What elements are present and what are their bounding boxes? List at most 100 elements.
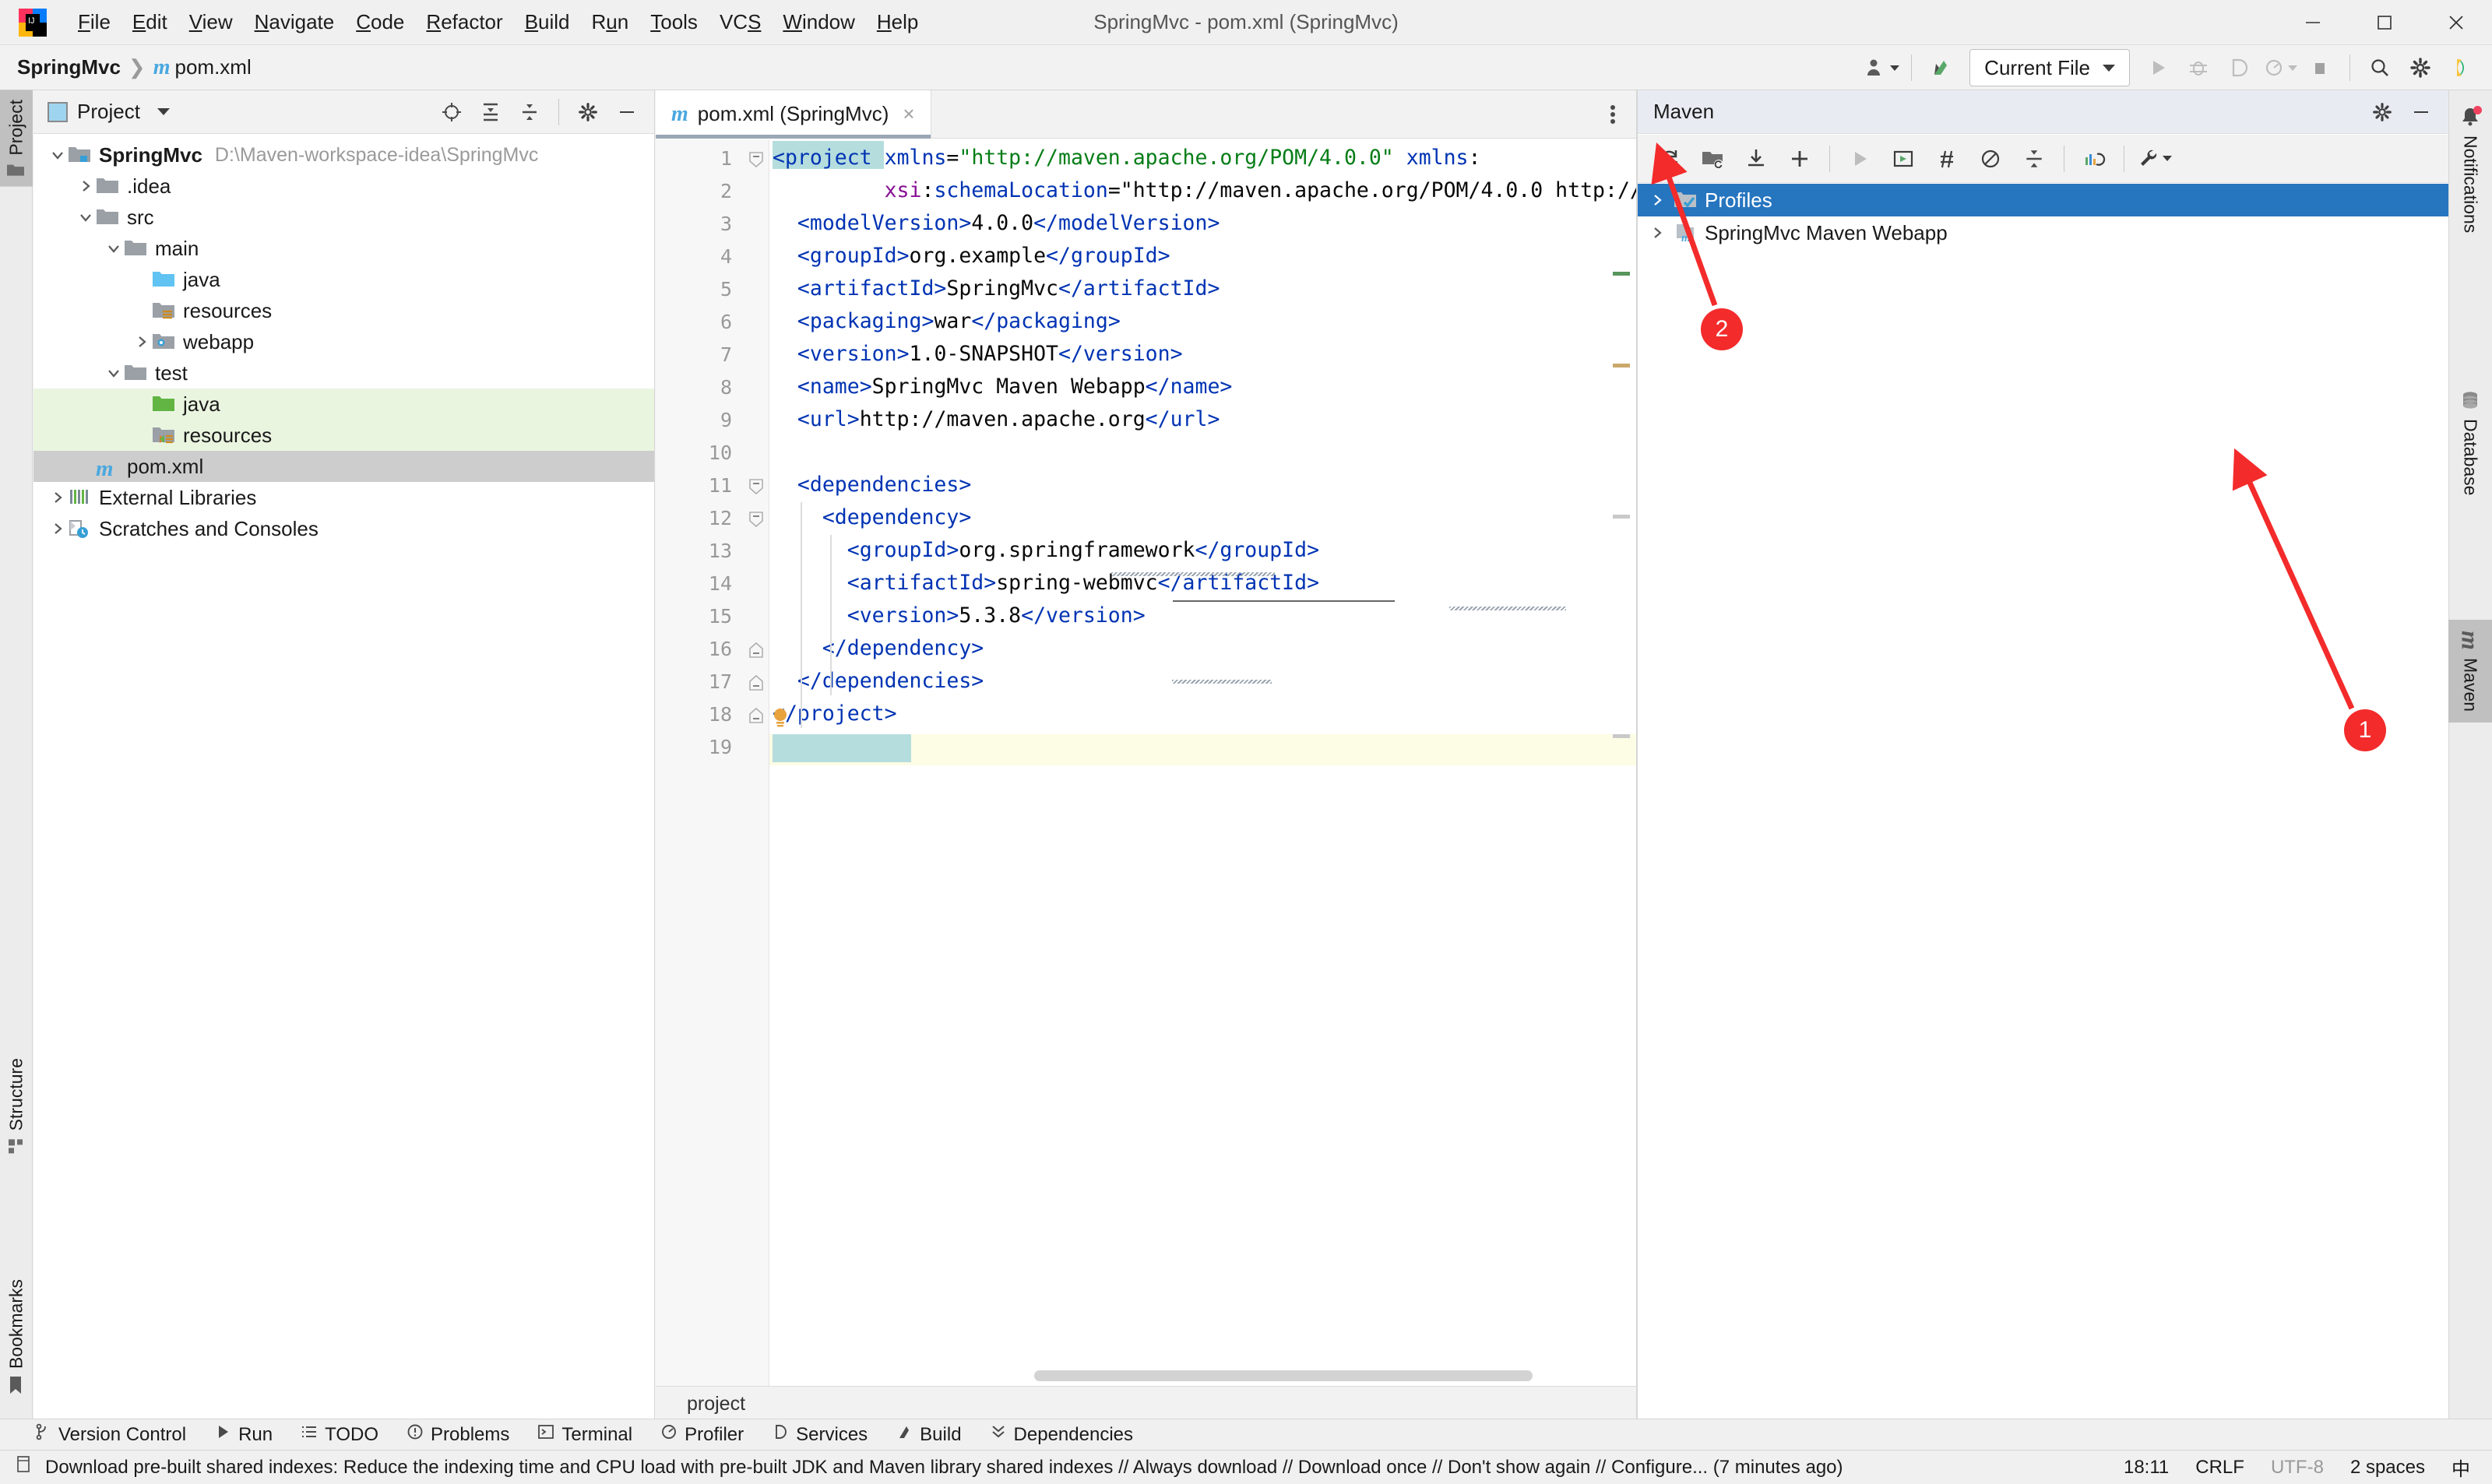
sidebar-item-database[interactable]: Database	[2448, 378, 2492, 506]
run-coverage-icon[interactable]	[2219, 47, 2259, 88]
code-line[interactable]: <dependency>	[773, 505, 971, 529]
menu-run[interactable]: Run	[581, 5, 640, 39]
editor-tab-pom-xml[interactable]: m pom.xml (SpringMvc) ×	[656, 90, 931, 139]
breadcrumb-item-project[interactable]: SpringMvc	[17, 55, 121, 79]
code-editor[interactable]: 1 2 3 4 5 6 7 8 9 10 11 12 13 14 15 16 17 18 19 <project x…	[656, 139, 1636, 1386]
tree-expand-arrow[interactable]	[132, 332, 152, 352]
bottom-tab-terminal[interactable]: Terminal	[525, 1420, 645, 1449]
window-controls[interactable]	[2277, 0, 2492, 45]
search-everywhere-icon[interactable]	[2360, 47, 2400, 88]
bottom-tab-run[interactable]: Run	[202, 1420, 285, 1449]
locate-icon[interactable]	[432, 93, 471, 132]
stop-icon[interactable]	[2300, 47, 2340, 88]
menu-navigate[interactable]: Navigate	[244, 5, 346, 39]
editor-options-kebab-icon[interactable]	[1589, 90, 1636, 138]
run-icon[interactable]	[1838, 137, 1881, 181]
code-line[interactable]: <packaging>war</packaging>	[773, 309, 1121, 333]
code-line[interactable]: <dependencies>	[773, 473, 971, 497]
status-ime[interactable]: 中	[2452, 1454, 2470, 1481]
run-configuration-selector[interactable]: Current File	[1969, 49, 2130, 86]
stripe-marker-warning-1[interactable]	[1613, 364, 1630, 367]
account-icon[interactable]	[1861, 47, 1902, 88]
bottom-tab-services[interactable]: Services	[759, 1420, 880, 1449]
tree-expand-arrow[interactable]	[48, 487, 68, 508]
breadcrumb-item-file[interactable]: pom.xml	[175, 55, 252, 79]
menu-edit[interactable]: Edit	[121, 5, 178, 39]
maven-settings-icon[interactable]	[2132, 137, 2176, 181]
bottom-tab-build[interactable]: Build	[883, 1420, 973, 1449]
add-plugin-icon[interactable]	[1778, 137, 1821, 181]
execute-goal-icon[interactable]	[1881, 137, 1925, 181]
tree-item-scratches-and-consoles[interactable]: Scratches and Consoles	[33, 513, 654, 544]
code-line[interactable]: <name>SpringMvc Maven Webapp</name>	[773, 375, 1232, 399]
fold-gutter[interactable]	[743, 139, 769, 1386]
tree-item-resources[interactable]: resources	[33, 420, 654, 451]
status-message[interactable]: Download pre-built shared indexes: Reduc…	[45, 1457, 1843, 1479]
hide-icon[interactable]	[2402, 93, 2441, 132]
code-line[interactable]: </dependency>	[773, 636, 984, 660]
code-line[interactable]: <artifactId>SpringMvc</artifactId>	[773, 276, 1220, 301]
fold-marker[interactable]	[748, 673, 765, 691]
fold-marker[interactable]	[748, 640, 765, 658]
maven-tree-item-profiles[interactable]: Profiles	[1638, 184, 2448, 216]
breadcrumb[interactable]: SpringMvc ❯ m pom.xml	[17, 55, 252, 80]
bottom-tab-version-control[interactable]: Version Control	[22, 1420, 199, 1449]
expand-all-icon[interactable]	[471, 93, 510, 132]
code-line[interactable]: <groupId>org.springframework</groupId>	[773, 538, 1319, 562]
tree-item-resources[interactable]: resources	[33, 295, 654, 326]
menu-view[interactable]: View	[178, 5, 244, 39]
code-line[interactable]: <url>http://maven.apache.org</url>	[773, 407, 1220, 431]
fold-marker[interactable]	[748, 476, 765, 495]
maximize-icon[interactable]	[2349, 0, 2420, 45]
show-dependencies-icon[interactable]	[2072, 137, 2116, 181]
tree-item-src[interactable]: src	[33, 202, 654, 233]
code-line[interactable]: </dependencies>	[773, 669, 984, 693]
tree-expand-arrow[interactable]	[76, 176, 96, 196]
stripe-marker-ok[interactable]	[1613, 272, 1630, 276]
maven-project-tree[interactable]: Profiles m SpringMvc Maven Webapp	[1638, 184, 2448, 1422]
maven-toolbar[interactable]	[1638, 135, 2448, 183]
code-line[interactable]: </project>	[773, 702, 897, 726]
tree-expand-arrow[interactable]	[48, 519, 68, 539]
tree-expand-arrow[interactable]	[1647, 223, 1667, 243]
maven-tree-item-springmvc-maven-webapp[interactable]: m SpringMvc Maven Webapp	[1638, 216, 2448, 249]
menu-build[interactable]: Build	[514, 5, 581, 39]
stripe-marker-info-2[interactable]	[1613, 734, 1630, 738]
menu-code[interactable]: Code	[345, 5, 415, 39]
bottom-tab-profiler[interactable]: Profiler	[648, 1420, 756, 1449]
code-line[interactable]: <project xmlns="http://maven.apache.org/…	[773, 146, 1480, 170]
code-line[interactable]: xsi:schemaLocation="http://maven.apache.…	[773, 178, 1636, 202]
menu-bar[interactable]: File Edit View Navigate Code Refactor Bu…	[67, 5, 929, 39]
ide-feedback-icon[interactable]	[2441, 47, 2481, 88]
tree-expand-arrow[interactable]	[1647, 190, 1667, 210]
intention-bulb-icon[interactable]	[771, 706, 790, 735]
menu-tools[interactable]: Tools	[639, 5, 709, 39]
collapse-all-icon[interactable]	[510, 93, 549, 132]
sidebar-item-bookmarks[interactable]: Bookmarks	[0, 1270, 33, 1405]
tree-item-main[interactable]: main	[33, 233, 654, 264]
close-icon[interactable]	[2420, 0, 2492, 45]
menu-refactor[interactable]: Refactor	[415, 5, 513, 39]
menu-window[interactable]: Window	[772, 5, 865, 39]
add-maven-project-icon[interactable]	[1691, 137, 1734, 181]
profiler-icon[interactable]	[2259, 47, 2300, 88]
tree-item-java[interactable]: java	[33, 264, 654, 295]
reload-all-projects-icon[interactable]	[1647, 137, 1691, 181]
run-icon[interactable]	[2138, 47, 2178, 88]
tree-item-webapp[interactable]: webapp	[33, 326, 654, 357]
hide-icon[interactable]	[607, 93, 646, 132]
code-line[interactable]: <version>5.3.8</version>	[773, 603, 1146, 628]
tree-item-external-libraries[interactable]: External Libraries	[33, 482, 654, 513]
download-sources-icon[interactable]	[1734, 137, 1778, 181]
code-line[interactable]: <modelVersion>4.0.0</modelVersion>	[773, 211, 1220, 235]
tree-item-springmvc[interactable]: SpringMvc D:\Maven-workspace-idea\SpringM…	[33, 139, 654, 171]
bottom-tab-dependencies[interactable]: Dependencies	[977, 1420, 1146, 1449]
tree-expand-arrow[interactable]	[104, 363, 124, 383]
fold-marker[interactable]	[748, 149, 765, 168]
code-line[interactable]: <version>1.0-SNAPSHOT</version>	[773, 342, 1183, 366]
menu-file[interactable]: File	[67, 5, 121, 39]
maven-panel-header-tools[interactable]	[2363, 93, 2448, 132]
sidebar-item-notifications[interactable]: Notifications	[2448, 95, 2492, 244]
gear-icon[interactable]	[568, 93, 607, 132]
project-panel-toolbar[interactable]	[432, 93, 654, 132]
